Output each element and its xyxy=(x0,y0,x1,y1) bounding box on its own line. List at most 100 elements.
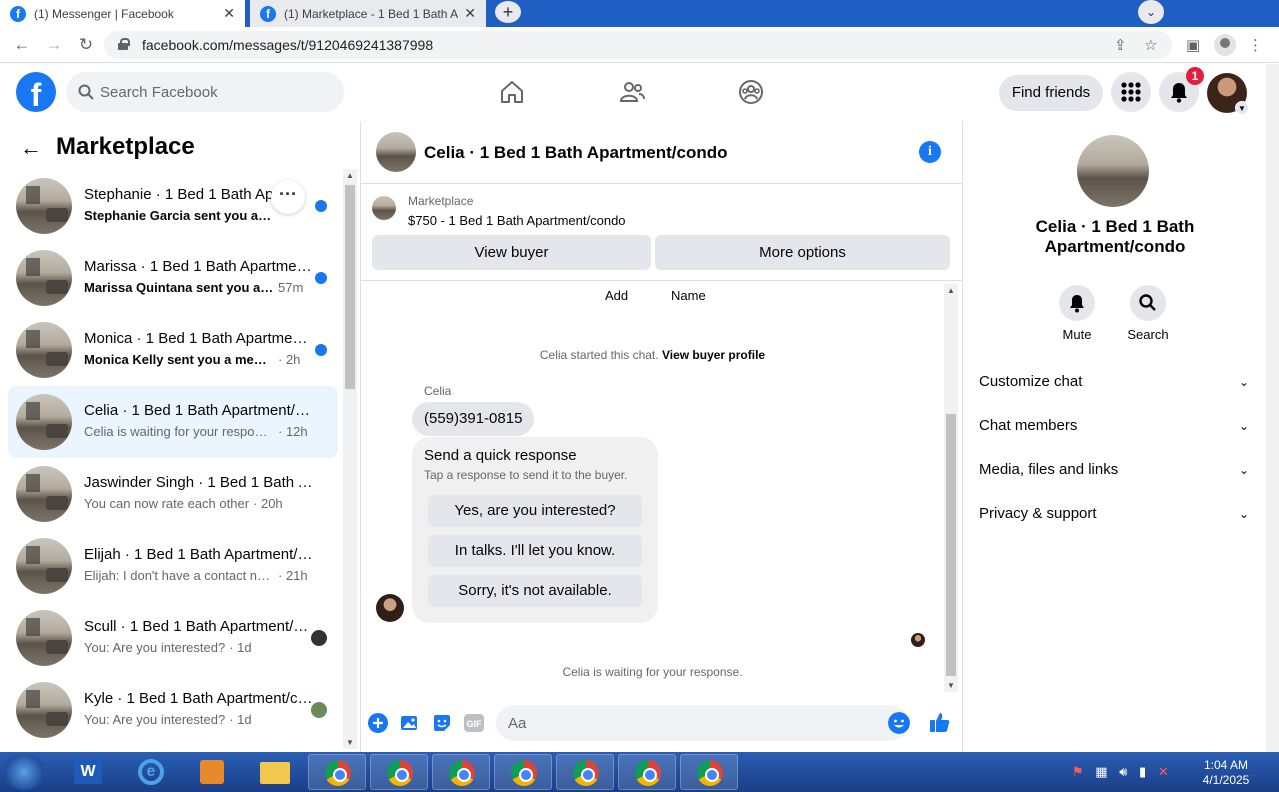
gif-icon-label: GIF xyxy=(467,719,483,729)
chat-started-line: Celia started this chat. View buyer prof… xyxy=(361,348,944,362)
plus-circle-icon[interactable] xyxy=(368,713,388,733)
sidebar-scrollbar[interactable]: ▲ ▼ xyxy=(343,169,357,749)
scroll-up-icon[interactable]: ▲ xyxy=(346,171,354,180)
search-action[interactable]: Search xyxy=(1118,285,1178,342)
sticker-icon[interactable] xyxy=(432,713,452,733)
message-bubble[interactable]: (559)391-0815 xyxy=(412,402,535,436)
chat-title[interactable]: Celia · 1 Bed 1 Bath Apartment/condo xyxy=(424,143,728,163)
conversation-row[interactable]: Elijah · 1 Bed 1 Bath Apartment/condo Eli… xyxy=(8,530,338,602)
chrome-taskbar-icon[interactable] xyxy=(494,754,552,790)
bookmark-star-icon[interactable]: ☆ xyxy=(1144,36,1157,54)
scroll-down-icon[interactable]: ▼ xyxy=(346,738,354,747)
snippet-time: · 20h xyxy=(253,496,283,511)
conversation-row[interactable]: Monica · 1 Bed 1 Bath Apartment/condo Mon… xyxy=(8,314,338,386)
menu-button[interactable] xyxy=(1111,72,1151,112)
tray-power-icon[interactable]: ✕ xyxy=(1158,764,1169,779)
customize-chat-row[interactable]: Customize chat ⌄ xyxy=(979,360,1249,404)
tray-flag-icon[interactable]: ⚑ xyxy=(1072,764,1084,779)
close-tab-icon[interactable]: ✕ xyxy=(464,5,476,22)
conversation-row[interactable]: Marissa · 1 Bed 1 Bath Apartment/condo Ma… xyxy=(8,242,338,314)
tray-signal-icon[interactable]: ▮ xyxy=(1139,764,1146,779)
emoji-icon[interactable] xyxy=(888,712,910,734)
more-options-button[interactable]: More options xyxy=(655,235,950,270)
tab-messenger[interactable]: f (1) Messenger | Facebook ✕ xyxy=(0,0,245,27)
details-avatar[interactable] xyxy=(1077,135,1149,207)
chat-avatar[interactable] xyxy=(376,132,416,172)
add-action[interactable]: Add xyxy=(605,288,628,303)
back-arrow-icon[interactable]: ← xyxy=(20,135,42,161)
tab-search-chevron-icon[interactable]: ⌄ xyxy=(1138,0,1164,24)
taskbar-clock[interactable]: 1:04 AM 4/1/2025 xyxy=(1196,758,1256,788)
chrome-taskbar-icon[interactable] xyxy=(680,754,738,790)
system-tray[interactable]: ⚑ ▦ 🔊︎ ▮ ✕ xyxy=(1072,764,1169,780)
scrollbar-thumb[interactable] xyxy=(946,414,956,676)
name-action[interactable]: Name xyxy=(671,288,706,303)
photo-icon[interactable] xyxy=(400,713,420,733)
quick-response-button[interactable]: Yes, are you interested? xyxy=(428,495,642,527)
scrollbar-thumb[interactable] xyxy=(345,185,355,389)
scroll-down-icon[interactable]: ▼ xyxy=(947,681,955,690)
facebook-search[interactable] xyxy=(66,72,344,112)
media-files-links-row[interactable]: Media, files and links ⌄ xyxy=(979,448,1249,492)
search-input[interactable] xyxy=(100,72,330,112)
quick-response-button[interactable]: In talks. I'll let you know. xyxy=(428,535,642,567)
file-explorer-taskbar-icon[interactable] xyxy=(246,754,304,790)
back-arrow-icon[interactable]: ← xyxy=(10,33,34,57)
chrome-taskbar-icon[interactable] xyxy=(432,754,490,790)
new-tab-button[interactable]: + xyxy=(495,1,521,23)
omnibox[interactable]: facebook.com/messages/t/9120469241387998… xyxy=(104,31,1172,59)
info-icon[interactable]: i xyxy=(919,141,941,163)
chrome-taskbar-icon[interactable] xyxy=(556,754,614,790)
mute-action[interactable]: Mute xyxy=(1047,285,1107,342)
conversation-row[interactable]: Celia · 1 Bed 1 Bath Apartment/condo Celi… xyxy=(8,386,338,458)
snippet-text: Elijah: I don't have a contact num... xyxy=(84,568,274,583)
message-input-box[interactable] xyxy=(496,705,910,741)
internet-explorer-taskbar-icon[interactable]: e xyxy=(122,754,180,790)
view-buyer-profile-link[interactable]: View buyer profile xyxy=(662,348,765,362)
conversation-avatar xyxy=(16,610,72,666)
tray-volume-icon[interactable]: 🔊︎ xyxy=(1119,764,1127,779)
privacy-support-row[interactable]: Privacy & support ⌄ xyxy=(979,492,1249,536)
conversation-name: Marissa · 1 Bed 1 Bath Apartment/condo xyxy=(84,258,314,275)
reload-icon[interactable]: ↻ xyxy=(74,33,98,57)
friends-icon[interactable] xyxy=(618,78,646,106)
quick-response-button[interactable]: Sorry, it's not available. xyxy=(428,575,642,607)
chat-members-row[interactable]: Chat members ⌄ xyxy=(979,404,1249,448)
chevron-down-icon: ▼ xyxy=(1235,101,1249,115)
account-avatar[interactable]: ▼ xyxy=(1207,73,1249,115)
share-icon[interactable]: ⇪ xyxy=(1114,36,1127,54)
chrome-taskbar-icon[interactable] xyxy=(370,754,428,790)
conversation-avatar xyxy=(16,394,72,450)
chrome-profile-icon[interactable] xyxy=(1214,34,1236,56)
tray-network-icon[interactable]: ▦ xyxy=(1095,764,1107,779)
more-options-icon[interactable]: ··· xyxy=(271,180,305,214)
message-input[interactable] xyxy=(508,705,868,741)
conversation-row[interactable]: Stephanie · 1 Bed 1 Bath Apartment/condo… xyxy=(8,170,338,242)
forward-arrow-icon[interactable]: → xyxy=(42,33,66,57)
details-name: Celia · 1 Bed 1 Bath Apartment/condo xyxy=(963,217,1267,257)
url-text[interactable]: facebook.com/messages/t/9120469241387998 xyxy=(142,37,433,53)
home-icon[interactable] xyxy=(498,78,526,106)
thumbs-up-icon[interactable] xyxy=(929,711,951,733)
chrome-taskbar-icon[interactable] xyxy=(618,754,676,790)
conversation-row[interactable]: Jaswinder Singh · 1 Bed 1 Bath Apartment… xyxy=(8,458,338,530)
word-taskbar-icon[interactable]: W xyxy=(60,754,118,790)
windows-start-icon[interactable] xyxy=(4,754,44,790)
media-player-taskbar-icon[interactable] xyxy=(184,754,242,790)
chrome-menu-icon[interactable]: ⋮ xyxy=(1248,36,1263,54)
chrome-taskbar-icon[interactable] xyxy=(308,754,366,790)
close-tab-icon[interactable]: ✕ xyxy=(223,5,235,22)
conversation-row[interactable]: Scull · 1 Bed 1 Bath Apartment/condo You:… xyxy=(8,602,338,674)
chat-scrollbar[interactable]: ▲ ▼ xyxy=(944,284,958,692)
side-panel-icon[interactable]: ▣ xyxy=(1186,36,1200,54)
page-scrollbar[interactable] xyxy=(1266,64,1279,752)
groups-icon[interactable] xyxy=(737,78,765,106)
scroll-up-icon[interactable]: ▲ xyxy=(947,286,955,295)
conversation-row[interactable]: Kyle · 1 Bed 1 Bath Apartment/condo You: … xyxy=(8,674,338,746)
view-buyer-button[interactable]: View buyer xyxy=(372,235,651,270)
gif-icon[interactable]: GIF xyxy=(464,713,484,733)
facebook-logo-icon[interactable]: f xyxy=(16,72,56,112)
find-friends-button[interactable]: Find friends xyxy=(999,75,1103,111)
tab-marketplace[interactable]: f (1) Marketplace - 1 Bed 1 Bath Ap ✕ xyxy=(250,0,486,27)
snippet-text: You: Are you interested? xyxy=(84,712,226,727)
